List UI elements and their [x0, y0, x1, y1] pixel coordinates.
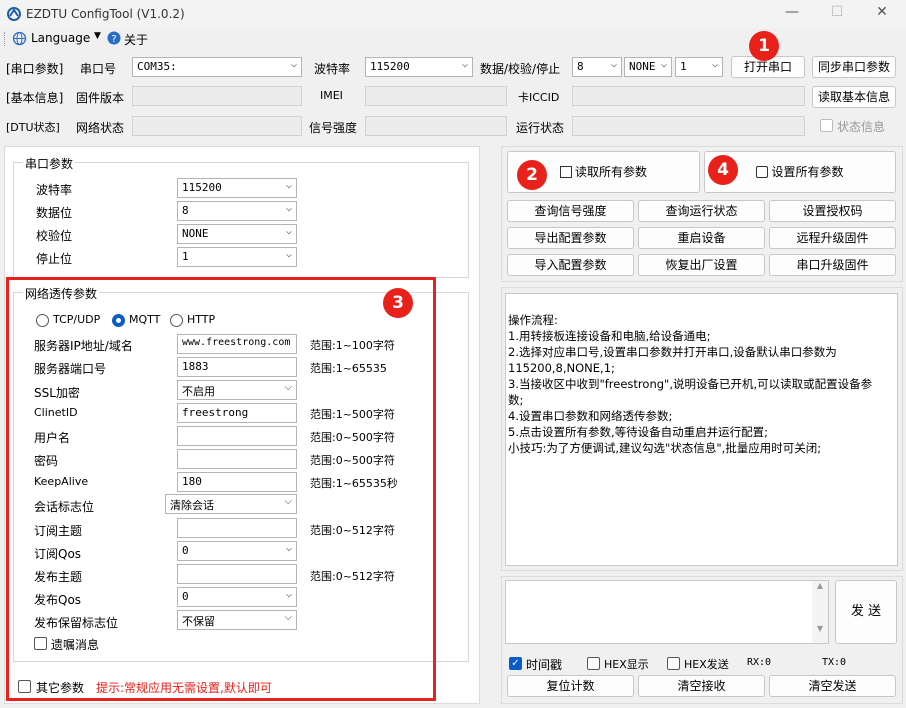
read-doc-icon [559, 166, 572, 178]
send-button[interactable]: 发 送 [835, 580, 897, 644]
factory-reset-button[interactable]: 恢复出厂设置 [638, 254, 765, 276]
serial-baud-label: 波特率 [36, 183, 73, 197]
run-status-label: 运行状态 [516, 121, 565, 135]
tx-count: TX:0 [822, 657, 847, 668]
run-status-field [572, 116, 805, 136]
timestamp-label: 时间戳 [526, 658, 563, 672]
restart-button[interactable]: 重启设备 [638, 227, 765, 249]
imei-field [365, 86, 507, 106]
query-signal-button[interactable]: 查询信号强度 [507, 200, 634, 222]
hex-show-checkbox[interactable] [587, 657, 600, 670]
set-auth-button[interactable]: 设置授权码 [769, 200, 896, 222]
send-scrollbar[interactable]: ▲ ▼ [812, 581, 828, 643]
sync-port-button[interactable]: 同步串口参数 [812, 56, 896, 78]
serial-data-select[interactable]: 8 ⌵ [177, 201, 297, 221]
badge-2: 2 [517, 160, 547, 190]
save-icon [756, 166, 769, 178]
signal-field [365, 116, 507, 136]
log-line: 1.用转接板连接设备和电脑,给设备通电; [508, 329, 711, 343]
query-status-button[interactable]: 查询运行状态 [638, 200, 765, 222]
import-config-button[interactable]: 导入配置参数 [507, 254, 634, 276]
chevron-down-icon: ▼ [94, 31, 101, 41]
stopbits-select[interactable]: 1 ⌵ [675, 57, 723, 77]
baud-select[interactable]: 115200 ⌵ [365, 57, 473, 77]
hex-send-checkbox[interactable] [667, 657, 680, 670]
basic-section-label: [基本信息] [6, 91, 64, 105]
serial-stop-select[interactable]: 1 ⌵ [177, 247, 297, 267]
language-menu[interactable]: Language [31, 31, 90, 45]
menu-grip [4, 32, 6, 46]
dps-label: 数据/校验/停止 [480, 62, 561, 76]
serial-parity-select[interactable]: NONE ⌵ [177, 224, 297, 244]
firmware-label: 固件版本 [76, 91, 125, 105]
iccid-label: 卡ICCID [518, 91, 560, 104]
svg-text:?: ? [111, 34, 116, 45]
app-icon [7, 7, 21, 21]
status-info-label: 状态信息 [837, 120, 886, 134]
title-bar: EZDTU ConfigTool (V1.0.2) — ☐ ✕ [0, 0, 906, 28]
log-line: 小技巧:为了方便调试,建议勾选"状态信息",批量应用时可关闭; [508, 441, 822, 455]
imei-label: IMEI [320, 89, 343, 102]
databits-select[interactable]: 8 ⌵ [572, 57, 622, 77]
serial-upgrade-button[interactable]: 串口升级固件 [769, 254, 896, 276]
firmware-field [132, 86, 302, 106]
send-input[interactable] [505, 580, 829, 644]
about-menu[interactable]: 关于 [124, 31, 148, 48]
minimize-button[interactable]: — [780, 4, 804, 24]
globe-icon [12, 31, 27, 46]
log-line: 115200,8,NONE,1; [508, 361, 615, 375]
log-line: 数; [508, 393, 524, 407]
signal-label: 信号强度 [309, 121, 358, 135]
serial-parity-label: 校验位 [36, 229, 73, 243]
clear-rx-button[interactable]: 清空接收 [638, 675, 765, 697]
hex-show-label: HEX显示 [604, 658, 649, 671]
port-label: 串口号 [80, 62, 117, 76]
rx-count: RX:0 [747, 657, 772, 668]
log-line: 4.设置串口参数和网络透传参数; [508, 409, 673, 423]
export-config-button[interactable]: 导出配置参数 [507, 227, 634, 249]
close-button[interactable]: ✕ [870, 4, 894, 24]
maximize-button[interactable]: ☐ [825, 4, 849, 24]
port-select[interactable]: COM35: ⌵ [132, 57, 302, 77]
baud-label: 波特率 [314, 62, 351, 76]
receive-area[interactable]: 操作流程: 1.用转接板连接设备和电脑,给设备通电; 2.选择对应串口号,设置串… [505, 293, 898, 566]
log-line: 5.点击设置所有参数,等待设备自动重启并运行配置; [508, 425, 768, 439]
badge-3: 3 [383, 288, 413, 318]
dtu-section-label: [DTU状态] [6, 121, 60, 134]
serial-section-label: [串口参数] [6, 62, 64, 76]
remote-upgrade-button[interactable]: 远程升级固件 [769, 227, 896, 249]
clear-tx-button[interactable]: 清空发送 [769, 675, 896, 697]
serial-stop-label: 停止位 [36, 252, 73, 266]
serial-data-label: 数据位 [36, 206, 73, 220]
serial-params-title: 串口参数 [23, 155, 76, 172]
log-line: 2.选择对应串口号,设置串口参数并打开串口,设备默认串口参数为 [508, 345, 837, 359]
window-title: EZDTU ConfigTool (V1.0.2) [26, 7, 185, 21]
iccid-field [572, 86, 805, 106]
hex-send-label: HEX发送 [684, 658, 729, 671]
help-icon: ? [107, 31, 121, 45]
parity-select[interactable]: NONE ⌵ [624, 57, 672, 77]
network-status-label: 网络状态 [76, 121, 125, 135]
status-info-checkbox[interactable] [820, 119, 833, 132]
badge-4: 4 [708, 155, 738, 185]
timestamp-checkbox[interactable]: ✓ [509, 657, 522, 670]
highlight-box-3 [6, 277, 436, 701]
network-status-field [132, 116, 302, 136]
read-basic-button[interactable]: 读取基本信息 [812, 86, 896, 108]
serial-baud-select[interactable]: 115200 ⌵ [177, 178, 297, 198]
log-line: 操作流程: [508, 313, 558, 327]
log-line: 3.当接收区中收到"freestrong",说明设备已开机,可以读取或配置设备参 [508, 377, 873, 391]
badge-1: 1 [749, 31, 779, 61]
reset-count-button[interactable]: 复位计数 [507, 675, 634, 697]
